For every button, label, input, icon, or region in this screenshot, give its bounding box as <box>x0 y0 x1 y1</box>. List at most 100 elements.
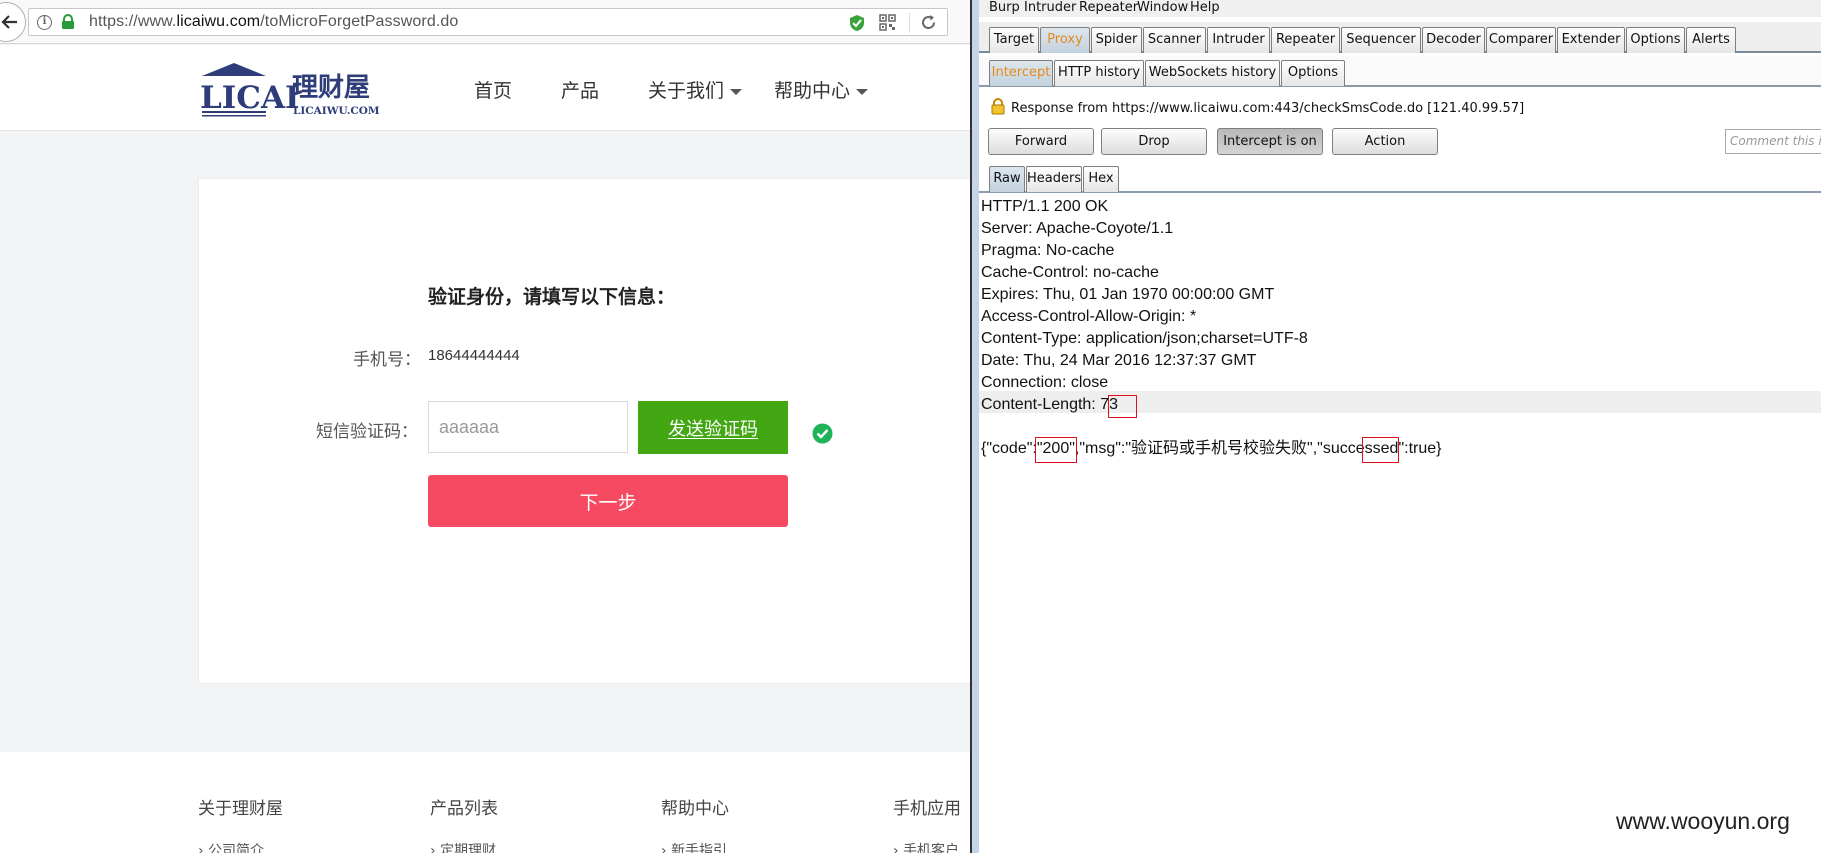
back-arrow-icon <box>1 15 17 29</box>
action-button[interactable]: Action <box>1332 128 1438 155</box>
site-header: LICAI 理财屋 LICAIWU.COM 首页 产品 关于我们 帮助中心 <box>0 45 970 131</box>
tab-spider[interactable]: Spider <box>1091 27 1142 53</box>
licaiwu-logo[interactable]: LICAI 理财屋 LICAIWU.COM <box>198 61 384 117</box>
menu-help[interactable]: Help <box>1190 0 1220 15</box>
menu-burp[interactable]: Burp <box>989 0 1020 15</box>
tab-http-history[interactable]: HTTP history <box>1054 60 1144 86</box>
footer-link-label: 定期理财 <box>440 843 497 853</box>
raw-line: Cache-Control: no-cache <box>981 264 1159 281</box>
url-prefix: https://www. <box>89 13 177 30</box>
menu-repeater[interactable]: Repeater <box>1079 0 1138 15</box>
tab-target[interactable]: Target <box>989 27 1039 53</box>
tab-comparer[interactable]: Comparer <box>1486 27 1556 53</box>
urlbar-separator <box>909 13 910 33</box>
tab-repeater[interactable]: Repeater <box>1271 27 1340 53</box>
raw-line: Content-Length: 73 <box>981 396 1118 413</box>
tab-decoder[interactable]: Decoder <box>1422 27 1485 53</box>
footer-help-heading: 帮助中心 <box>661 799 729 819</box>
burp-main-tabs: Target Proxy Spider Scanner Intruder Rep… <box>979 22 1821 53</box>
raw-line: Expires: Thu, 01 Jan 1970 00:00:00 GMT <box>981 286 1275 303</box>
nav-about[interactable]: 关于我们 <box>648 76 743 103</box>
address-bar[interactable]: i https://www.licaiwu.com/toMicroForgetP… <box>28 8 948 36</box>
raw-line: Connection: close <box>981 374 1109 391</box>
forward-button[interactable]: Forward <box>988 128 1094 155</box>
reload-icon[interactable] <box>920 14 937 31</box>
secure-lock-icon[interactable] <box>61 14 75 30</box>
watermark: www.wooyun.org <box>1616 808 1790 834</box>
browser-window: i https://www.licaiwu.com/toMicroForgetP… <box>0 0 970 853</box>
highlight-code-value <box>1035 437 1077 463</box>
chevron-down-icon <box>856 88 869 95</box>
footer-link[interactable]: › 公司简介 <box>198 840 264 853</box>
raw-line: Server: Apache-Coyote/1.1 <box>981 220 1174 237</box>
phone-value: 18644444444 <box>428 347 520 364</box>
window-divider <box>970 0 979 853</box>
tab-headers[interactable]: Headers <box>1026 166 1082 192</box>
tab-alerts[interactable]: Alerts <box>1686 27 1736 53</box>
tab-hex[interactable]: Hex <box>1083 166 1119 192</box>
burp-suite-window: Burp Intruder Repeater Window Help Targe… <box>979 0 1821 853</box>
nav-products[interactable]: 产品 <box>561 76 599 103</box>
shield-extension-icon[interactable] <box>849 14 865 32</box>
footer-link[interactable]: › 手机客户 <box>893 840 959 853</box>
raw-line: Access-Control-Allow-Origin: * <box>981 308 1197 325</box>
message-view-tabs: Raw Headers Hex <box>979 163 1821 193</box>
phone-label: 手机号： <box>353 350 421 370</box>
url-text[interactable]: https://www.licaiwu.com/toMicroForgetPas… <box>89 13 458 31</box>
tab-options[interactable]: Options <box>1626 27 1685 53</box>
info-icon[interactable]: i <box>37 15 52 30</box>
menu-intruder[interactable]: Intruder <box>1024 0 1076 15</box>
tab-proxy-options[interactable]: Options <box>1281 60 1345 86</box>
tab-scanner[interactable]: Scanner <box>1143 27 1206 53</box>
logo-domain-text: LICAIWU.COM <box>293 105 380 117</box>
raw-line: Date: Thu, 24 Mar 2016 12:37:37 GMT <box>981 352 1257 369</box>
next-step-button[interactable]: 下一步 <box>428 475 788 527</box>
burp-menu-bar: Burp Intruder Repeater Window Help <box>979 0 1821 17</box>
qr-code-icon[interactable] <box>879 14 896 31</box>
raw-message-editor[interactable]: HTTP/1.1 200 OK Server: Apache-Coyote/1.… <box>979 196 1821 853</box>
site-footer: 关于理财屋 产品列表 帮助中心 手机应用 › 公司简介 › 定期理财 › 新手指… <box>0 752 970 853</box>
highlight-successed-value <box>1362 437 1399 463</box>
tab-websockets-history[interactable]: WebSockets history <box>1145 60 1280 86</box>
drop-button[interactable]: Drop <box>1101 128 1207 155</box>
menu-window[interactable]: Window <box>1137 0 1188 15</box>
footer-products-heading: 产品列表 <box>430 799 498 819</box>
nav-about-label: 关于我们 <box>648 80 725 102</box>
raw-line: Pragma: No-cache <box>981 242 1115 259</box>
url-host: licaiwu.com <box>176 13 261 30</box>
verify-identity-card: 验证身份，请填写以下信息： 手机号： 18644444444 短信验证码： 发送… <box>198 178 970 684</box>
tab-intercept[interactable]: Intercept <box>989 60 1053 86</box>
tab-proxy[interactable]: Proxy <box>1040 27 1090 53</box>
tab-raw[interactable]: Raw <box>989 166 1025 192</box>
response-info: Response from https://www.licaiwu.com:44… <box>991 98 1524 116</box>
footer-link-label: 手机客户 <box>903 843 960 853</box>
back-button[interactable] <box>0 2 26 42</box>
send-code-button[interactable]: 发送验证码 <box>638 401 788 454</box>
nav-help[interactable]: 帮助中心 <box>774 76 869 103</box>
tab-extender[interactable]: Extender <box>1557 27 1625 53</box>
lock-icon <box>991 98 1005 115</box>
highlight-content-length <box>1108 395 1137 418</box>
nav-home[interactable]: 首页 <box>474 76 512 103</box>
intercept-toggle-button[interactable]: Intercept is on <box>1217 128 1323 155</box>
success-check-icon <box>812 423 833 444</box>
response-info-text: Response from https://www.licaiwu.com:44… <box>1011 101 1525 116</box>
proxy-sub-tabs: Intercept HTTP history WebSockets histor… <box>979 56 1821 87</box>
logo-text: LICAI <box>200 80 300 116</box>
logo-cn-text: 理财屋 <box>292 73 370 103</box>
sms-code-label: 短信验证码： <box>316 422 418 442</box>
footer-mobile-heading: 手机应用 <box>893 799 961 819</box>
nav-help-label: 帮助中心 <box>774 80 851 102</box>
footer-about-heading: 关于理财屋 <box>198 799 283 819</box>
sms-code-input[interactable] <box>428 401 628 453</box>
footer-link-label: 新手指引 <box>671 843 728 853</box>
chevron-down-icon <box>730 88 743 95</box>
tab-sequencer[interactable]: Sequencer <box>1341 27 1421 53</box>
tab-intruder[interactable]: Intruder <box>1207 27 1270 53</box>
url-path: /toMicroForgetPassword.do <box>260 13 459 30</box>
footer-link[interactable]: › 新手指引 <box>661 840 727 853</box>
navigation-toolbar: i https://www.licaiwu.com/toMicroForgetP… <box>0 0 970 44</box>
footer-link[interactable]: › 定期理财 <box>430 840 496 853</box>
footer-link-label: 公司简介 <box>208 843 265 853</box>
comment-input[interactable]: Comment this it <box>1725 129 1821 154</box>
